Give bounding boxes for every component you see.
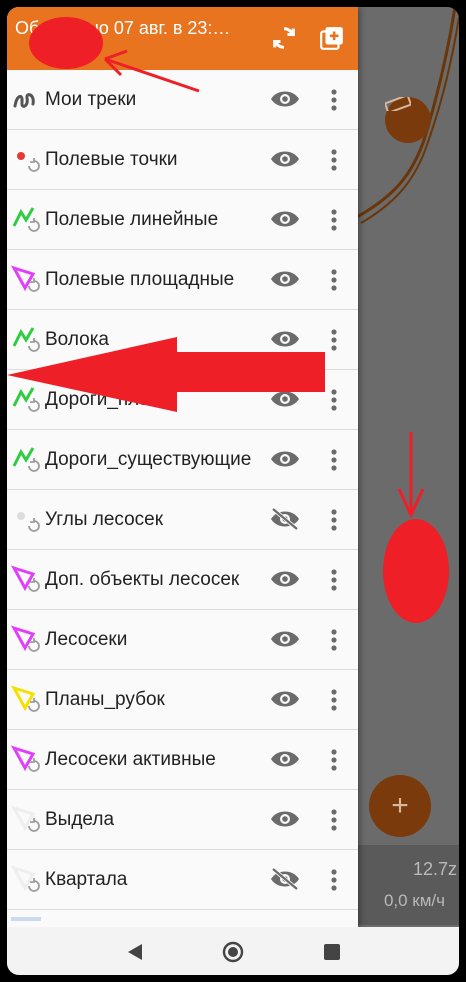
scroll-indicator	[11, 917, 41, 921]
eye-off-icon[interactable]	[269, 867, 301, 891]
layer-name: Полевые точки	[45, 149, 178, 170]
eye-icon[interactable]	[269, 327, 301, 351]
sync-icon	[273, 27, 295, 49]
layer-row[interactable]: Дороги_существующие	[7, 430, 358, 490]
layer-row[interactable]: Выдела	[7, 790, 358, 850]
eye-icon[interactable]	[269, 687, 301, 711]
layer-name: Планы_рубок	[45, 689, 165, 710]
layer-name: Углы лесосек	[45, 509, 164, 530]
more-vert-icon[interactable]	[325, 626, 343, 654]
more-vert-icon[interactable]	[325, 446, 343, 474]
layer-row[interactable]: Планы_рубок	[7, 670, 358, 730]
recents-button[interactable]	[319, 939, 345, 965]
more-vert-icon[interactable]	[325, 206, 343, 234]
layers-drawer: Обновлено 07 авг. в 23:… Мои треки Полевы…	[7, 7, 358, 927]
more-vert-icon[interactable]	[325, 686, 343, 714]
layer-name: Дороги_существующие	[45, 449, 252, 470]
more-vert-icon[interactable]	[325, 866, 343, 894]
more-vert-icon[interactable]	[325, 146, 343, 174]
layer-row[interactable]: Волока	[7, 310, 358, 370]
layer-row[interactable]: Мои треки	[7, 70, 358, 130]
layer-row[interactable]: Полевые точки	[7, 130, 358, 190]
eye-off-icon[interactable]	[269, 507, 301, 531]
more-vert-icon[interactable]	[325, 566, 343, 594]
eye-icon[interactable]	[269, 207, 301, 231]
eye-icon[interactable]	[269, 267, 301, 291]
polygon-sync-icon	[10, 744, 41, 774]
layer-row[interactable]: Полевые линейные	[7, 190, 358, 250]
eye-icon[interactable]	[269, 447, 301, 471]
sync-button[interactable]	[269, 23, 299, 53]
redaction-mark-top	[29, 17, 103, 69]
more-vert-icon[interactable]	[325, 386, 343, 414]
more-vert-icon[interactable]	[325, 506, 343, 534]
layer-name: Лесосеки	[45, 629, 128, 650]
polygon-sync-icon	[10, 624, 41, 654]
polygon-sync-icon	[10, 564, 41, 594]
recents-square-icon	[324, 944, 340, 960]
eye-icon[interactable]	[269, 147, 301, 171]
add-feature-button[interactable]: +	[369, 775, 431, 837]
eye-icon[interactable]	[269, 747, 301, 771]
polygon-sync-icon	[10, 684, 41, 714]
layer-name: Доп. объекты лесосек	[45, 569, 240, 590]
redaction-mark-right	[383, 519, 449, 623]
layer-row[interactable]: Доп. объекты лесосек	[7, 550, 358, 610]
layer-row[interactable]: Углы лесосек	[7, 490, 358, 550]
layer-row[interactable]: Дороги_план	[7, 370, 358, 430]
more-vert-icon[interactable]	[325, 746, 343, 774]
layer-name: Волока	[45, 329, 109, 350]
layer-name: Квартала	[45, 869, 128, 890]
track-icon	[11, 84, 41, 114]
system-nav-bar	[7, 927, 459, 975]
eye-icon[interactable]	[269, 807, 301, 831]
screen-frame: 12.7z 0,0 км/ч + Обновлено 07 авг. в 23:…	[7, 7, 459, 975]
layer-row[interactable]: Лесосеки	[7, 610, 358, 670]
point-sync-icon	[11, 504, 41, 534]
polygon-sync-icon	[10, 804, 41, 834]
line-sync-icon	[11, 324, 41, 354]
add-layer-icon	[320, 27, 343, 50]
home-circle-icon	[222, 941, 244, 963]
layer-row[interactable]: Полевые площадные	[7, 250, 358, 310]
home-button[interactable]	[220, 939, 246, 965]
layer-row[interactable]: Лесосеки активные	[7, 730, 358, 790]
map-status-strip	[358, 845, 459, 925]
layer-name: Полевые площадные	[45, 269, 235, 290]
polygon-sync-icon	[10, 864, 41, 894]
layer-name: Дороги_план	[45, 389, 161, 410]
layer-list: Мои треки Полевые точки Полевые линейные По…	[7, 70, 358, 910]
eye-icon[interactable]	[269, 87, 301, 111]
layer-name: Лесосеки активные	[45, 749, 216, 770]
line-sync-icon	[11, 204, 41, 234]
line-sync-icon	[11, 444, 41, 474]
ruler-button[interactable]	[385, 97, 431, 143]
layer-row[interactable]: Квартала	[7, 850, 358, 910]
eye-icon[interactable]	[269, 627, 301, 651]
add-layer-button[interactable]	[317, 23, 347, 53]
ruler-icon	[385, 97, 411, 111]
back-button[interactable]	[122, 939, 148, 965]
zoom-readout: 12.7z	[412, 859, 457, 879]
layer-name: Полевые линейные	[45, 209, 219, 230]
layer-name: Выдела	[45, 809, 115, 830]
speed-readout: 0,0 км/ч	[383, 891, 445, 910]
eye-icon[interactable]	[269, 567, 301, 591]
more-vert-icon[interactable]	[325, 86, 343, 114]
point-sync-icon	[11, 144, 41, 174]
more-vert-icon[interactable]	[325, 266, 343, 294]
more-vert-icon[interactable]	[325, 806, 343, 834]
line-sync-icon	[11, 384, 41, 414]
polygon-sync-icon	[10, 264, 41, 294]
back-triangle-icon	[128, 944, 142, 960]
eye-icon[interactable]	[269, 387, 301, 411]
more-vert-icon[interactable]	[325, 326, 343, 354]
layer-name: Мои треки	[45, 89, 137, 110]
plus-icon: +	[391, 789, 409, 822]
